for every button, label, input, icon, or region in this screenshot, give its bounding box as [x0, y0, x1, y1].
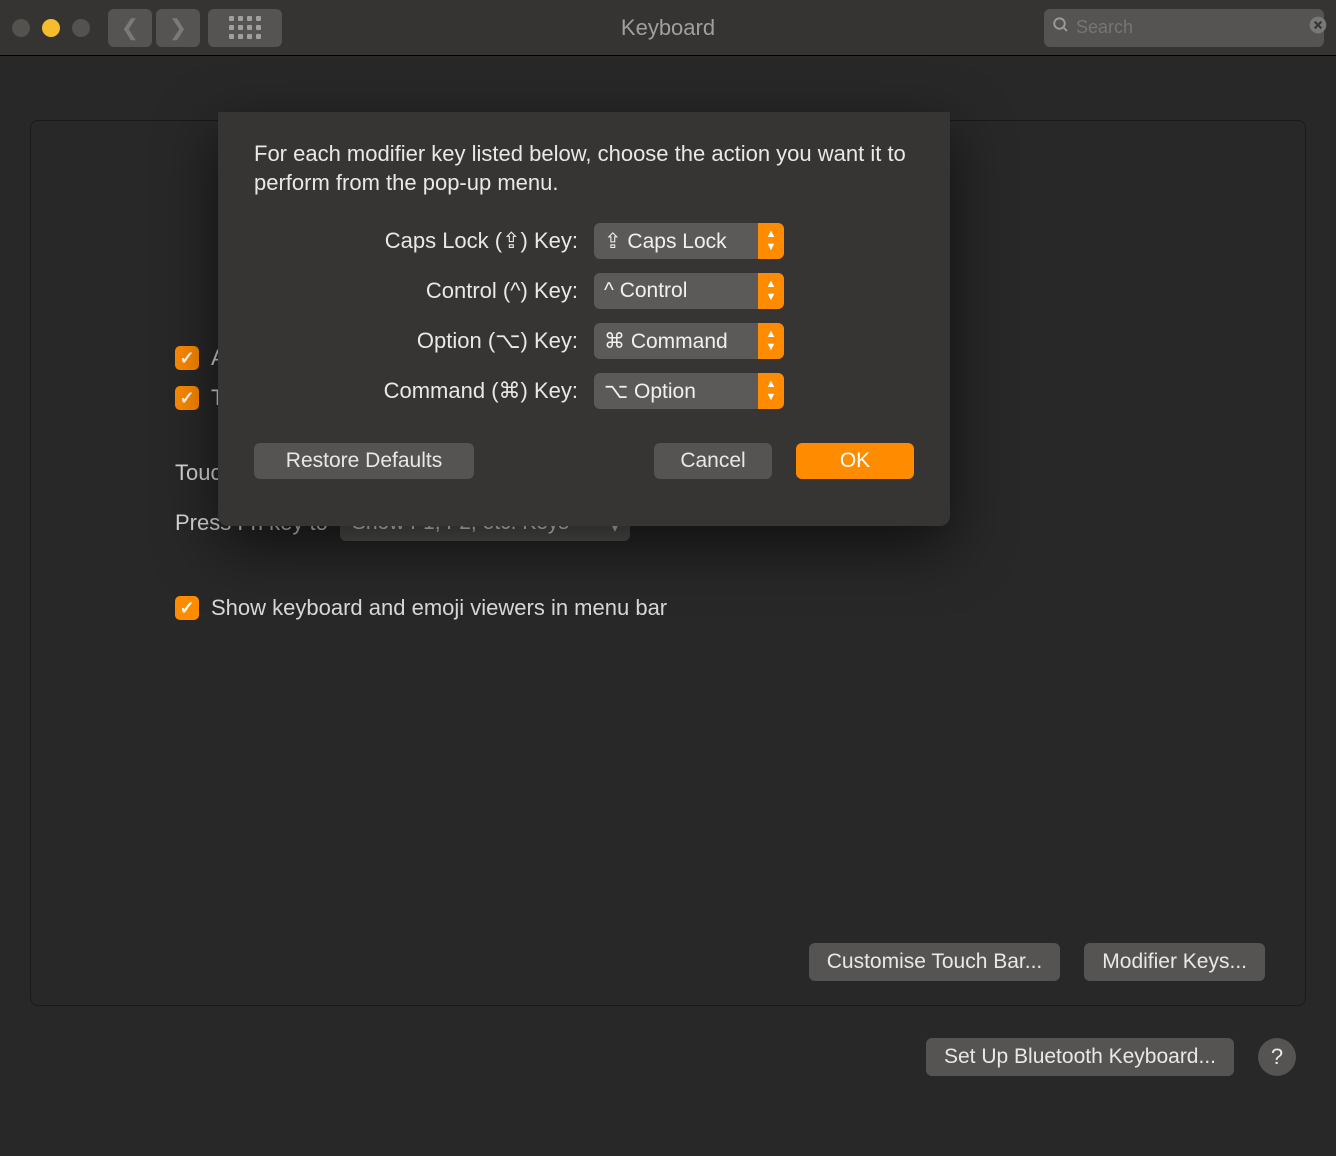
forward-button[interactable]: ❯	[156, 9, 200, 47]
minimize-window-button[interactable]	[42, 19, 60, 37]
zoom-window-button[interactable]	[72, 19, 90, 37]
stepper-icon: ▲▼	[758, 273, 784, 309]
show-emoji-row: Show keyboard and emoji viewers in menu …	[175, 595, 1281, 621]
help-icon: ?	[1271, 1044, 1283, 1070]
modifier-keys-label: Modifier Keys...	[1102, 950, 1247, 974]
command-label: Command (⌘) Key:	[254, 378, 594, 404]
cancel-label: Cancel	[680, 449, 745, 473]
option-popup[interactable]: ⌘ Command ▲▼	[594, 323, 784, 359]
search-icon	[1052, 16, 1070, 40]
show-emoji-checkbox[interactable]	[175, 596, 199, 620]
show-emoji-label: Show keyboard and emoji viewers in menu …	[211, 595, 667, 621]
caps-lock-popup-value: ⇪ Caps Lock	[604, 229, 727, 254]
command-popup[interactable]: ⌥ Option ▲▼	[594, 373, 784, 409]
traffic-lights	[12, 19, 90, 37]
modifier-key-grid: Caps Lock (⇪) Key: ⇪ Caps Lock ▲▼ Contro…	[254, 223, 914, 409]
content-area: Adj Tur Touch Bar shows App Controls ▲▼ …	[0, 56, 1336, 1156]
cancel-button[interactable]: Cancel	[654, 443, 772, 479]
stepper-icon: ▲▼	[758, 373, 784, 409]
sheet-description: For each modifier key listed below, choo…	[254, 140, 914, 197]
restore-defaults-button[interactable]: Restore Defaults	[254, 443, 474, 479]
chevron-right-icon: ❯	[169, 15, 187, 41]
bluetooth-keyboard-button[interactable]: Set Up Bluetooth Keyboard...	[926, 1038, 1234, 1076]
customise-touch-bar-label: Customise Touch Bar...	[827, 950, 1043, 974]
back-button[interactable]: ❮	[108, 9, 152, 47]
ok-button[interactable]: OK	[796, 443, 914, 479]
clear-search-icon[interactable]	[1308, 15, 1328, 41]
turn-backlight-checkbox[interactable]	[175, 386, 199, 410]
ok-label: OK	[840, 449, 870, 473]
footer-bar: Set Up Bluetooth Keyboard... ?	[926, 1038, 1296, 1076]
control-popup[interactable]: ^ Control ▲▼	[594, 273, 784, 309]
search-box[interactable]	[1044, 9, 1324, 47]
titlebar: ❮ ❯ Keyboard	[0, 0, 1336, 56]
stepper-icon: ▲▼	[758, 223, 784, 259]
command-popup-value: ⌥ Option	[604, 379, 696, 404]
customise-touch-bar-button[interactable]: Customise Touch Bar...	[809, 943, 1061, 981]
option-popup-value: ⌘ Command	[604, 329, 728, 354]
sheet-button-row: Restore Defaults Cancel OK	[254, 443, 914, 479]
option-label: Option (⌥) Key:	[254, 328, 594, 354]
adjust-brightness-checkbox[interactable]	[175, 346, 199, 370]
caps-lock-popup[interactable]: ⇪ Caps Lock ▲▼	[594, 223, 784, 259]
chevron-left-icon: ❮	[121, 15, 139, 41]
modifier-keys-sheet: For each modifier key listed below, choo…	[218, 112, 950, 526]
close-window-button[interactable]	[12, 19, 30, 37]
bluetooth-keyboard-label: Set Up Bluetooth Keyboard...	[944, 1045, 1216, 1069]
nav-buttons: ❮ ❯	[108, 9, 200, 47]
modifier-keys-button[interactable]: Modifier Keys...	[1084, 943, 1265, 981]
show-all-button[interactable]	[208, 9, 282, 47]
control-popup-value: ^ Control	[604, 279, 687, 303]
restore-defaults-label: Restore Defaults	[286, 449, 442, 473]
grid-icon	[229, 16, 261, 39]
panel-bottom-buttons: Customise Touch Bar... Modifier Keys...	[809, 943, 1265, 981]
caps-lock-label: Caps Lock (⇪) Key:	[254, 228, 594, 254]
control-label: Control (^) Key:	[254, 278, 594, 304]
stepper-icon: ▲▼	[758, 323, 784, 359]
search-input[interactable]	[1076, 17, 1308, 38]
help-button[interactable]: ?	[1258, 1038, 1296, 1076]
